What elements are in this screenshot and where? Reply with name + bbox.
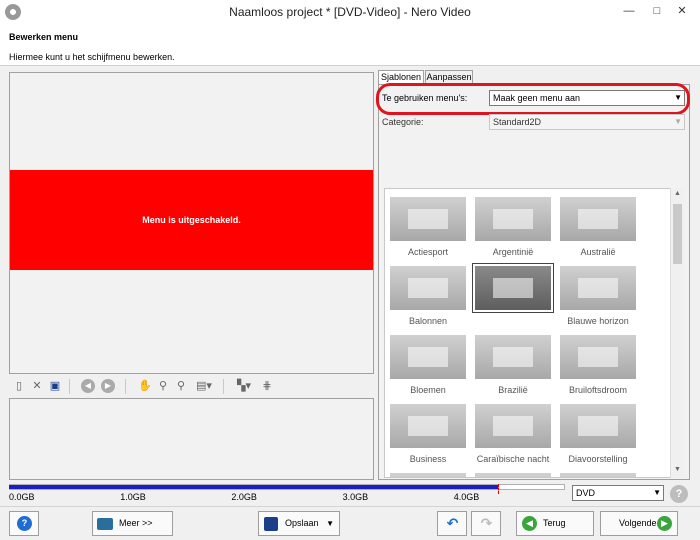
redo-icon: ↷ [480,515,493,531]
toolbar-divider [69,379,70,394]
delete-icon[interactable]: ✕ [29,378,45,394]
title-bar: Naamloos project * [DVD-Video] - Nero Vi… [0,0,700,24]
menu-preview[interactable]: Menu is uitgeschakeld. [9,72,374,374]
template-label: Balonnen [408,316,448,326]
more-button[interactable]: Meer >> [92,511,173,536]
capacity-limit-marker [498,484,500,494]
layout-icon[interactable]: ▤▾ [193,378,215,394]
template-thumbnail [475,473,551,477]
disc-type-select[interactable]: DVD ▼ [572,485,664,501]
template-thumbnail [560,404,636,448]
disc-capacity-bar: 0.0GB 1.0GB 2.0GB 3.0GB 4.0GB [9,484,565,504]
grid-icon[interactable]: ⋕ [259,378,275,394]
hand-icon[interactable]: ✋ [137,378,153,394]
template-label: Business [409,454,447,464]
template-thumbnail [475,335,551,379]
undo-button[interactable]: ↶ [437,511,467,536]
back-button-label: Terug [543,518,566,528]
redo-button[interactable]: ↷ [471,511,501,536]
template-label: Caraïbische nacht [476,454,550,464]
template-thumbnail [390,266,466,310]
more-button-label: Meer >> [119,518,153,528]
capacity-tick-label: 4.0GB [453,492,480,502]
template-thumbnail [472,263,554,313]
chevron-down-icon: ▼ [674,117,682,126]
capacity-fill [9,485,499,489]
monitor-icon [97,518,113,530]
template-label: Bruiloftsdroom [568,385,628,395]
previous-icon[interactable]: ◀ [81,379,95,393]
close-button[interactable]: ✕ [664,0,700,22]
disc-help-icon[interactable]: ? [670,485,688,503]
undo-icon: ↶ [446,515,459,531]
capacity-tick-label: 3.0GB [342,492,369,502]
template-thumbnail [475,404,551,448]
arrange-icon[interactable]: ▚▾ [233,378,255,394]
tab-customize[interactable]: Aanpassen [425,70,473,84]
capacity-tick-label: 1.0GB [120,492,146,502]
template-gallery: Actiesport Argentinië Australië Balonnen… [384,188,684,478]
page-title: Bewerken menu [9,32,79,42]
toolbar-divider [125,379,126,394]
page-subtitle: Hiermee kunt u het schijfmenu bewerken. [9,52,175,62]
window-title: Naamloos project * [DVD-Video] - Nero Vi… [229,5,471,19]
category-value: Standard2D [493,117,542,127]
category-select[interactable]: Standard2D ▼ [489,114,685,130]
save-icon[interactable]: ▣ [47,378,63,394]
scroll-up-icon[interactable]: ▲ [671,188,684,200]
save-button[interactable]: Opslaan ▼ [258,511,340,536]
page-header: Bewerken menu Hiermee kunt u het schijfm… [0,24,700,66]
gallery-scrollbar[interactable]: ▲ ▼ [670,188,684,478]
next-button[interactable]: Volgende ▶ [600,511,678,536]
template-thumbnail [560,266,636,310]
template-label: Blauwe horizon [567,316,629,326]
back-button[interactable]: ◀ Terug [516,511,594,536]
arrow-left-icon: ◀ [522,516,537,531]
help-icon: ? [17,516,32,531]
category-label: Categorie: [382,117,424,127]
template-thumbnail [390,473,466,477]
template-thumbnail [475,197,551,241]
template-label: Actiesport [407,247,449,257]
scroll-down-icon[interactable]: ▼ [671,464,684,476]
template-label: Brazilië [498,385,528,395]
template-thumbnail [390,335,466,379]
capacity-tick-label: 0.0GB [9,492,35,502]
floppy-disk-icon [264,517,278,531]
template-thumbnail [390,404,466,448]
object-properties-panel [9,398,374,480]
template-label: Australië [580,247,616,257]
scrollbar-thumb[interactable] [673,204,682,264]
help-button[interactable]: ? [9,511,39,536]
save-button-label: Opslaan [285,518,319,528]
template-thumbnail [560,473,636,477]
template-label: Argentinië [492,247,534,257]
template-thumbnail [560,335,636,379]
red-highlight-ring [376,83,690,115]
capacity-tick-label: 2.0GB [231,492,257,502]
menu-disabled-banner: Menu is uitgeschakeld. [10,170,373,270]
template-thumbnail [560,197,636,241]
chevron-down-icon: ▼ [653,488,661,497]
new-page-icon[interactable]: ▯ [11,378,27,394]
minimize-button[interactable]: — [614,0,644,22]
template-label: Bloemen [410,385,446,395]
arrow-right-icon: ▶ [657,516,672,531]
zoom-out-icon[interactable]: ⚲ [173,378,189,394]
disc-type-value: DVD [576,488,596,498]
next-button-label: Volgende [619,518,657,528]
template-thumbnail [390,197,466,241]
next-icon[interactable]: ▶ [101,379,115,393]
chevron-down-icon[interactable]: ▼ [326,512,334,535]
preview-toolbar: ▯ ✕ ▣ ◀ ▶ ✋ ⚲ ⚲ ▤▾ ▚▾ ⋕ [9,376,374,396]
template-label: Diavoorstelling [568,454,628,464]
zoom-in-icon[interactable]: ⚲ [155,378,171,394]
toolbar-divider [223,379,224,394]
